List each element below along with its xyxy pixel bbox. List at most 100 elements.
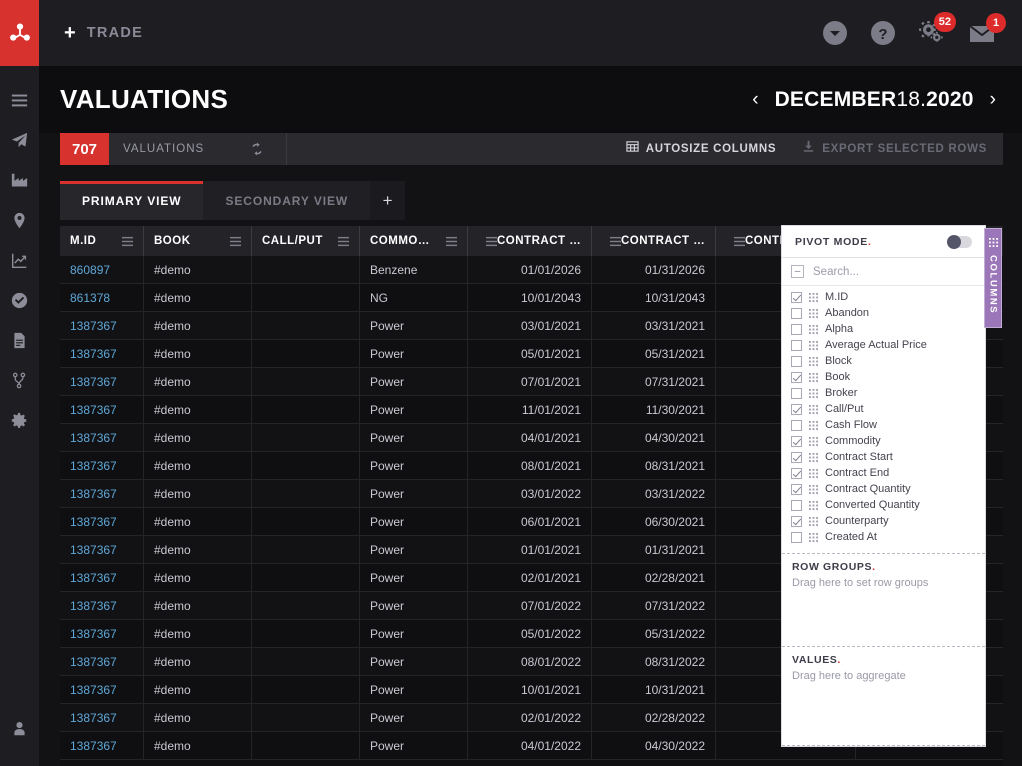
add-trade-button[interactable]: + TRADE [64,23,143,43]
table-cell: Power [360,312,468,339]
checkbox-icon[interactable] [791,451,802,463]
pivot-column-item[interactable]: Cash Flow [782,417,985,433]
checkbox-icon[interactable] [791,387,802,399]
drag-handle-icon[interactable] [809,484,818,494]
prev-date-button[interactable]: ‹ [752,90,758,109]
help-circle-icon[interactable]: ? [870,20,896,46]
branch-icon[interactable] [0,360,39,400]
grid-column-header[interactable]: CONTRACT ST... [468,226,592,256]
drag-handle-icon[interactable] [809,372,818,382]
pivot-column-item[interactable]: Counterparty [782,513,985,529]
column-menu-icon[interactable] [114,236,133,247]
drag-handle-icon[interactable] [809,356,818,366]
checkbox-icon[interactable] [791,291,802,303]
check-circle-icon[interactable] [0,280,39,320]
checkbox-icon[interactable] [791,371,802,383]
column-menu-icon[interactable] [330,236,349,247]
document-icon[interactable] [0,320,39,360]
next-date-button[interactable]: › [990,90,996,109]
pivot-column-item[interactable]: Book [782,369,985,385]
line-chart-icon[interactable] [0,240,39,280]
pivot-column-label: Alpha [825,323,854,335]
pivot-column-item[interactable]: Broker [782,385,985,401]
drag-handle-icon[interactable] [809,452,818,462]
drag-handle-icon[interactable] [809,324,818,334]
column-menu-icon[interactable] [438,236,457,247]
checkbox-icon[interactable] [791,483,802,495]
grid-column-header[interactable]: CONTRACT END [592,226,716,256]
pivot-row-groups-section[interactable]: ROW GROUPS. Drag here to set row groups [782,553,985,646]
columns-side-tab[interactable]: COLUMNS [984,228,1002,328]
checkbox-icon[interactable] [791,467,802,479]
checkbox-icon[interactable] [791,307,802,319]
drag-handle-icon[interactable] [809,420,818,430]
drag-handle-icon[interactable] [809,532,818,542]
grid-column-header[interactable]: CALL/PUT [252,226,360,256]
checkbox-icon[interactable] [791,419,802,431]
column-menu-icon[interactable] [222,236,241,247]
pivot-column-item[interactable]: M.ID [782,289,985,305]
column-menu-icon[interactable] [602,236,621,247]
column-menu-icon[interactable] [726,236,745,247]
drag-handle-icon[interactable] [809,308,818,318]
pivot-column-item[interactable]: Call/Put [782,401,985,417]
collapse-box-icon[interactable]: – [791,265,804,278]
grid-column-header[interactable]: M.ID [60,226,144,256]
paper-plane-icon[interactable] [0,120,39,160]
gears-icon[interactable]: 52 [918,12,956,46]
export-selected-rows-button[interactable]: EXPORT SELECTED ROWS [802,140,987,158]
pivot-search-input[interactable] [813,265,976,278]
tab-primary-view[interactable]: PRIMARY VIEW [60,181,204,220]
table-cell: #demo [144,480,252,507]
drag-handle-icon[interactable] [809,292,818,302]
pivot-column-item[interactable]: Commodity [782,433,985,449]
checkbox-icon[interactable] [791,323,802,335]
checkbox-icon[interactable] [791,339,802,351]
gear-icon[interactable] [0,400,39,440]
drag-handle-icon[interactable] [809,404,818,414]
pivot-column-item[interactable]: Alpha [782,321,985,337]
checkbox-icon[interactable] [791,499,802,511]
column-menu-icon[interactable] [478,236,497,247]
drag-handle-icon[interactable] [809,516,818,526]
menu-icon[interactable] [0,80,39,120]
drag-handle-icon[interactable] [809,340,818,350]
autosize-columns-button[interactable]: AUTOSIZE COLUMNS [626,140,776,158]
molecule-logo[interactable] [0,0,39,66]
envelope-icon[interactable]: 1 [968,13,1006,45]
pivot-values-section[interactable]: VALUES. Drag here to aggregate [782,646,985,746]
checkbox-icon[interactable] [791,403,802,415]
top-bar-actions: ? 52 1 [822,12,1022,46]
pivot-column-item[interactable]: Abandon [782,305,985,321]
grid-icon [988,234,998,252]
pivot-column-item[interactable]: Block [782,353,985,369]
drag-handle-icon[interactable] [809,468,818,478]
grid-column-header[interactable]: BOOK [144,226,252,256]
table-cell: #demo [144,424,252,451]
drag-handle-icon[interactable] [809,388,818,398]
pivot-mode-toggle[interactable] [947,234,972,249]
tab-secondary-view[interactable]: SECONDARY VIEW [203,181,371,220]
checkbox-icon[interactable] [791,531,802,543]
factory-icon[interactable] [0,160,39,200]
checkbox-icon[interactable] [791,515,802,527]
checkbox-icon[interactable] [791,355,802,367]
autosize-columns-label: AUTOSIZE COLUMNS [645,143,777,155]
drag-handle-icon[interactable] [809,500,818,510]
pivot-column-item[interactable]: Contract Quantity [782,481,985,497]
user-icon[interactable] [0,708,39,748]
location-pin-icon[interactable] [0,200,39,240]
table-cell: Power [360,648,468,675]
columns-side-tab-label: COLUMNS [987,255,999,315]
pivot-column-item[interactable]: Contract End [782,465,985,481]
add-view-button[interactable]: + [370,181,406,220]
pivot-column-item[interactable]: Converted Quantity [782,497,985,513]
checkbox-icon[interactable] [791,435,802,447]
chevron-down-circle-icon[interactable] [822,20,848,46]
drag-handle-icon[interactable] [809,436,818,446]
pivot-column-item[interactable]: Created At [782,529,985,545]
pivot-column-item[interactable]: Average Actual Price [782,337,985,353]
pivot-column-item[interactable]: Contract Start [782,449,985,465]
grid-column-header[interactable]: COMMODITY [360,226,468,256]
refresh-icon[interactable] [250,142,264,156]
